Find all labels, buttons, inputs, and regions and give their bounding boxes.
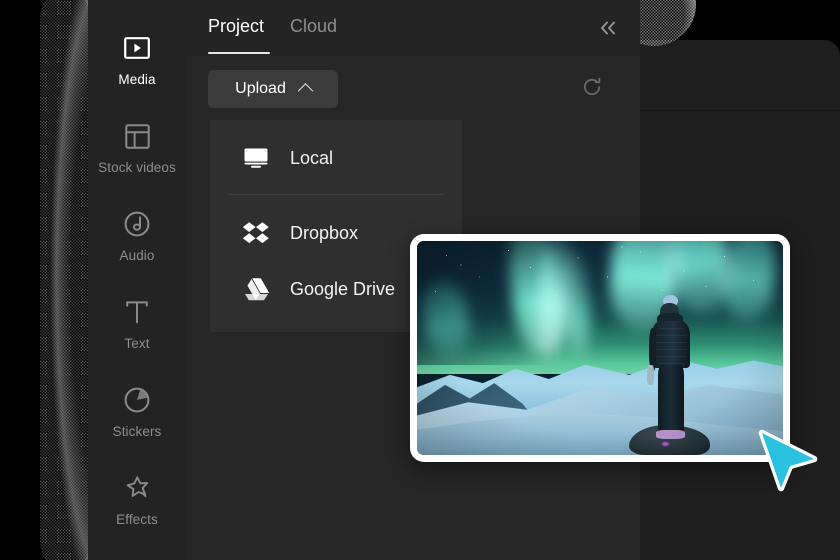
layout-grid-icon: [122, 121, 152, 151]
sparkle-star-icon: [122, 473, 152, 503]
panel-toolbar: Upload: [186, 55, 640, 123]
refresh-icon[interactable]: [576, 71, 608, 103]
media-play-rect-icon: [122, 33, 152, 63]
window-shell-mask: [0, 0, 90, 560]
sidebar-item-media[interactable]: Media: [88, 16, 186, 104]
sidebar-item-text[interactable]: Text: [88, 280, 186, 368]
tab-cloud[interactable]: Cloud: [290, 16, 337, 39]
chevron-double-left-icon[interactable]: [594, 14, 622, 42]
text-t-icon: [122, 297, 152, 327]
editor-divider: [630, 110, 840, 111]
sidebar-item-label: Audio: [119, 248, 155, 263]
person-legs: [658, 365, 684, 436]
tab-project[interactable]: Project: [208, 16, 264, 39]
sidebar-item-label: Stickers: [112, 424, 162, 439]
menu-item-local[interactable]: Local: [210, 126, 462, 190]
app-root: Media Stock videos Audio Text Stickers E…: [0, 0, 840, 560]
google-drive-icon: [242, 275, 270, 303]
monitor-icon: [242, 144, 270, 172]
sidebar-item-label: Effects: [116, 512, 158, 527]
sidebar: Media Stock videos Audio Text Stickers E…: [88, 0, 186, 560]
chevron-up-icon: [297, 82, 314, 99]
standing-person: [646, 294, 693, 439]
menu-item-label: Dropbox: [290, 222, 359, 243]
music-note-circle-icon: [122, 209, 152, 239]
sidebar-item-label: Stock videos: [98, 160, 176, 175]
panel-header: Project Cloud: [186, 0, 640, 55]
upload-button-label: Upload: [235, 80, 286, 97]
sidebar-item-label: Text: [124, 336, 150, 351]
sidebar-item-stickers[interactable]: Stickers: [88, 368, 186, 456]
sidebar-item-audio[interactable]: Audio: [88, 192, 186, 280]
aurora-photo: [417, 241, 783, 455]
person-shoes: [656, 430, 686, 439]
tab-active-underline: [208, 52, 270, 54]
person-hand: [646, 365, 654, 385]
sticker-circle-icon: [122, 385, 152, 415]
sidebar-item-effects[interactable]: Effects: [88, 456, 186, 544]
menu-item-label: Google Drive: [290, 278, 396, 299]
media-thumbnail-card[interactable]: [410, 234, 790, 462]
dropbox-icon: [242, 219, 270, 247]
person-jacket: [652, 321, 690, 368]
sidebar-item-label: Media: [118, 72, 156, 87]
menu-divider: [228, 194, 444, 195]
menu-item-label: Local: [290, 147, 334, 168]
upload-button[interactable]: Upload: [208, 70, 338, 108]
stars: [417, 241, 783, 361]
sidebar-item-stock-videos[interactable]: Stock videos: [88, 104, 186, 192]
